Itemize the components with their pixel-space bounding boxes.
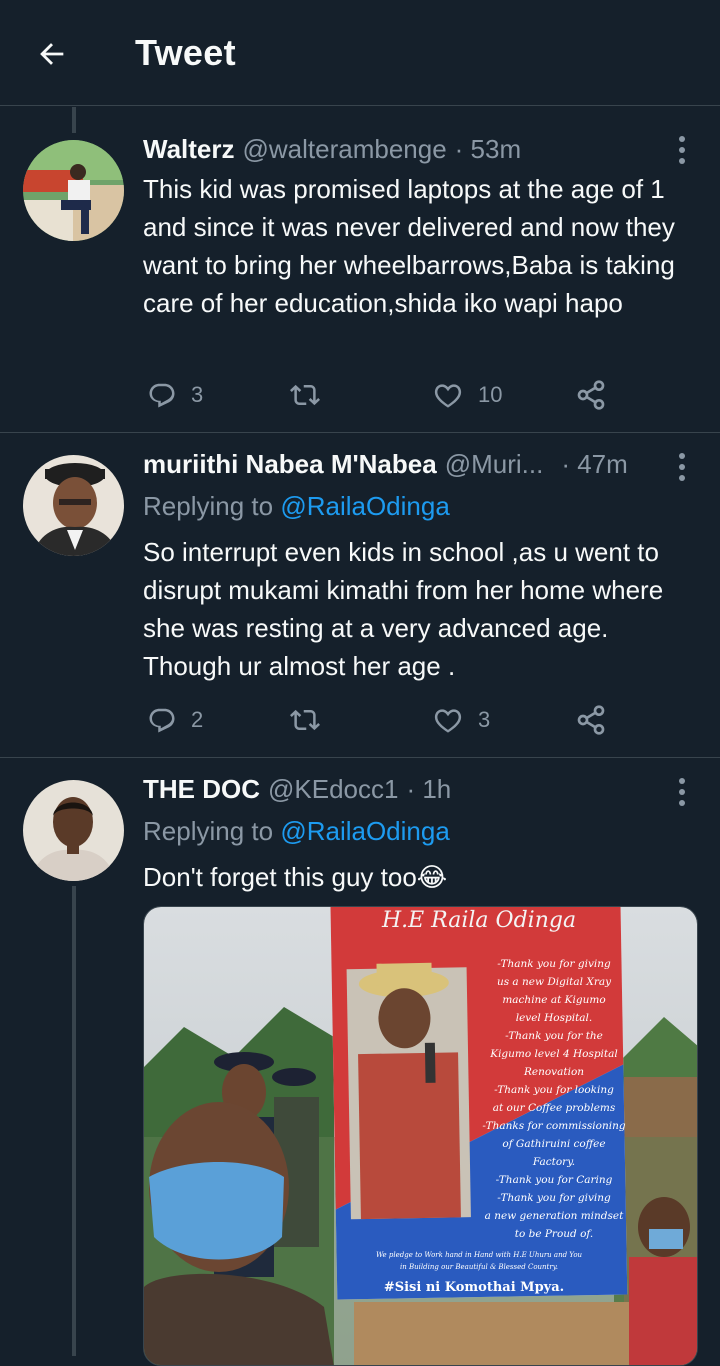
replying-to: Replying to @RailaOdinga (143, 816, 450, 847)
poster-pledge: We pledge to Work hand in Hand with H.E … (376, 1251, 583, 1259)
divider (0, 432, 720, 433)
user-handle[interactable]: @walterambenge (243, 134, 447, 170)
top-app-bar: Tweet (0, 0, 720, 106)
reply-icon (149, 708, 175, 733)
user-handle[interactable]: @KEdocc1 (268, 774, 398, 810)
tweet-meta: muriithi Nabea M'Nabea @Muri... · 47m (143, 449, 660, 485)
tweet-text: Don't forget this guy too😂 (143, 862, 448, 892)
poster-line: -Thank you for giving (497, 958, 611, 970)
poster-line: Renovation (523, 1066, 584, 1078)
tweet-meta: Walterz @walterambenge · 53m (143, 134, 660, 170)
thread-line (72, 107, 76, 133)
like-button[interactable]: 10 (432, 375, 502, 415)
avatar[interactable] (23, 455, 124, 556)
poster-line: -Thank you for giving (497, 1192, 611, 1204)
divider (0, 757, 720, 758)
share-icon (577, 705, 605, 735)
reply-count: 3 (191, 382, 204, 407)
poster-slogan: #Sisi ni Komothai Mpya. (384, 1280, 564, 1295)
poster-line: of Gathiruini coffee (502, 1138, 605, 1150)
poster-line: to be Proud of. (515, 1228, 594, 1240)
poster-line: machine at Kigumo (502, 994, 605, 1006)
display-name[interactable]: muriithi Nabea M'Nabea (143, 449, 437, 485)
poster-line: -Thank you for Caring (496, 1174, 613, 1186)
poster-line: us a new Digital Xray (497, 976, 612, 988)
display-name[interactable]: THE DOC (143, 774, 260, 810)
display-name[interactable]: Walterz (143, 134, 235, 170)
replying-to-label: Replying to (143, 816, 281, 846)
reply-button[interactable]: 3 (147, 375, 203, 415)
avatar[interactable] (23, 140, 124, 241)
timestamp[interactable]: · 53m (455, 134, 521, 170)
like-icon (434, 384, 462, 408)
timestamp[interactable]: · 47m (561, 449, 627, 485)
retweet-icon (290, 384, 320, 406)
page-title: Tweet (135, 32, 236, 73)
tweet-photo[interactable]: H.E Raila Odinga -Thank you for giving u… (143, 906, 698, 1366)
more-options-icon[interactable] (668, 774, 696, 810)
mention-link[interactable]: @RailaOdinga (280, 816, 449, 846)
tweet-meta: THE DOC @KEdocc1 · 1h (143, 774, 660, 810)
retweet-button[interactable] (288, 375, 336, 415)
timestamp[interactable]: · 1h (406, 774, 451, 810)
tweet-text: So interrupt even kids in school ,as u w… (143, 537, 664, 681)
replying-to: Replying to @RailaOdinga (143, 491, 450, 522)
thread-line (72, 886, 76, 1356)
poster-line: -Thanks for commissioning (482, 1120, 625, 1132)
poster-line: at our Coffee problems (493, 1102, 616, 1114)
like-count: 10 (478, 382, 503, 407)
poster-line: Kigumo level 4 Hospital (489, 1048, 618, 1060)
share-button[interactable] (575, 700, 607, 740)
poster-title: H.E Raila Odinga (381, 908, 576, 933)
reply-button[interactable]: 2 (147, 700, 203, 740)
tweet-actions: 3 10 (143, 375, 623, 415)
retweet-button[interactable] (288, 700, 336, 740)
mention-link[interactable]: @RailaOdinga (280, 491, 449, 521)
tweet-text: This kid was promised laptops at the age… (143, 174, 675, 318)
back-arrow-icon (40, 43, 64, 65)
back-button[interactable] (30, 34, 74, 74)
reply-icon (149, 383, 175, 408)
poster-line: a new generation mindset (485, 1210, 624, 1222)
more-options-icon[interactable] (668, 449, 696, 485)
user-handle[interactable]: @Muri... (445, 449, 544, 485)
share-icon (577, 380, 605, 410)
poster-line: -Thank you for the (505, 1030, 603, 1042)
avatar[interactable] (23, 780, 124, 881)
like-icon (434, 709, 462, 733)
poster-pledge: in Building our Beautiful & Blessed Coun… (400, 1263, 558, 1271)
poster-line: -Thank you for looking (494, 1084, 614, 1096)
more-options-icon[interactable] (668, 132, 696, 168)
poster-line: level Hospital. (516, 1012, 593, 1024)
reply-count: 2 (191, 707, 204, 732)
poster-line: Factory. (532, 1156, 575, 1168)
replying-to-label: Replying to (143, 491, 281, 521)
tweet-actions: 2 3 (143, 700, 623, 740)
like-count: 3 (478, 707, 491, 732)
share-button[interactable] (575, 375, 607, 415)
retweet-icon (290, 709, 320, 731)
like-button[interactable]: 3 (432, 700, 490, 740)
